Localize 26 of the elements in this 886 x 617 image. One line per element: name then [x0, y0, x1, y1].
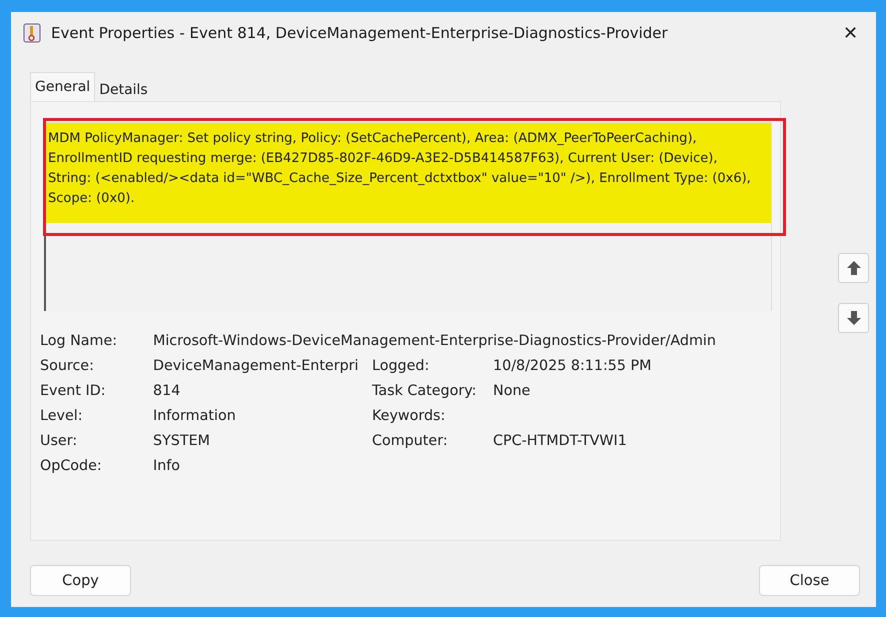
field-label: Log Name:: [40, 333, 118, 349]
field-label: User:: [40, 433, 78, 449]
field-value: SYSTEM: [153, 433, 211, 449]
field-label: Computer:: [372, 433, 449, 449]
tab[interactable]: General: [30, 72, 96, 101]
field-label: Level:: [40, 408, 84, 424]
field-value: 10/8/2025 8:11:55 PM: [493, 358, 652, 374]
field-label: OpCode:: [40, 458, 103, 474]
field-value: Info: [153, 458, 182, 474]
event-message: MDM PolicyManager: Set policy string, Policy: (SetCachePercent), Area: (ADMX_PeerToPeerCaching), EnrollmentID requesting merge: (EB427D85-802F-46D9-A3E2-D5B414587F63), Current User: (Device), String: (<enabled/><data id="WBC_Cache_Size_Percent_dctxtbox" value="10" />), Enrollment Type: (0x6), Scope: (0x0).: [46, 123, 771, 223]
field-value: Microsoft-Windows-DeviceManagement-Enterprise-Diagnostics-Provider/Admin: [153, 333, 717, 349]
field-value: Information: [153, 408, 237, 424]
copy-button[interactable]: Copy: [30, 565, 131, 596]
field-value: None: [493, 383, 532, 399]
close-dialog-button[interactable]: Close: [759, 565, 860, 596]
field-value: 814: [153, 383, 182, 399]
field-label: Keywords:: [372, 408, 446, 424]
field-label: Source:: [40, 358, 95, 374]
close-button[interactable]: ✕: [839, 20, 862, 46]
field-label: Logged:: [372, 358, 430, 374]
field-label: Task Category:: [372, 383, 478, 399]
field-value: CPC-HTMDT-TVWI1: [493, 433, 628, 449]
window-title: Event Properties - Event 814, DeviceManagement-Enterprise-Diagnostics-Provider: [51, 24, 669, 42]
field-label: Event ID:: [40, 383, 107, 399]
field-value: DeviceManagement-Enterpri: [153, 358, 360, 374]
tab[interactable]: Details: [95, 72, 152, 101]
